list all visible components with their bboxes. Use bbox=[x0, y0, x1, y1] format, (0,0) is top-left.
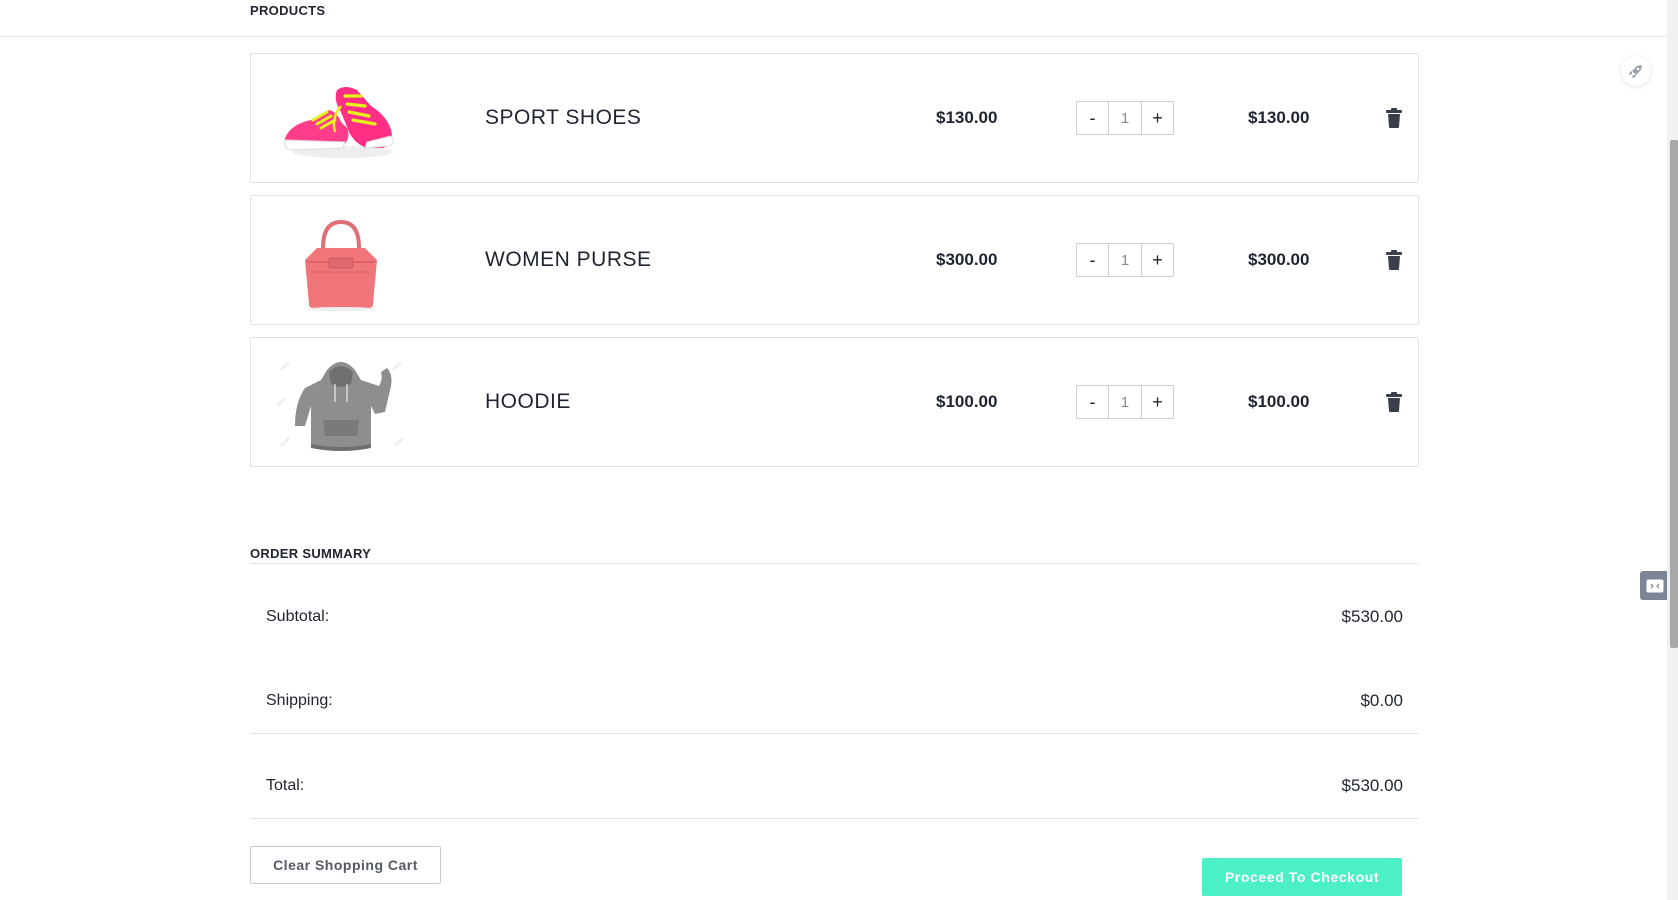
cart-row-hoodie: HOODIE $100.00 - + $100.00 bbox=[250, 337, 1419, 467]
cart-list: SPORT SHOES $130.00 - + $130.00 bbox=[250, 53, 1419, 479]
quantity-input[interactable] bbox=[1109, 243, 1141, 277]
rocket-icon[interactable] bbox=[1621, 56, 1651, 86]
unit-price: $130.00 bbox=[936, 108, 998, 127]
chat-widget-icon[interactable] bbox=[1640, 571, 1669, 600]
increase-quantity-button[interactable]: + bbox=[1141, 243, 1174, 277]
shipping-value: $0.00 bbox=[1360, 691, 1403, 710]
quantity-input[interactable] bbox=[1109, 385, 1141, 419]
products-heading: PRODUCTS bbox=[250, 3, 326, 18]
sport-shoes-image bbox=[271, 66, 411, 170]
product-name: HOODIE bbox=[485, 390, 571, 413]
product-name: SPORT SHOES bbox=[485, 106, 642, 129]
line-total: $130.00 bbox=[1248, 108, 1310, 127]
cart-row-sport-shoes: SPORT SHOES $130.00 - + $130.00 bbox=[250, 53, 1419, 183]
trash-icon[interactable] bbox=[1386, 392, 1402, 412]
quantity-stepper: - + bbox=[1076, 101, 1174, 135]
shipping-row: Shipping: $0.00 bbox=[250, 683, 1419, 719]
clear-shopping-cart-button[interactable]: Clear Shopping Cart bbox=[250, 846, 441, 884]
total-value: $530.00 bbox=[1341, 776, 1403, 795]
quantity-stepper: - + bbox=[1076, 385, 1174, 419]
divider bbox=[250, 733, 1419, 734]
women-purse-image bbox=[271, 208, 411, 312]
proceed-to-checkout-button[interactable]: Proceed To Checkout bbox=[1202, 858, 1402, 896]
increase-quantity-button[interactable]: + bbox=[1141, 385, 1174, 419]
subtotal-label: Subtotal: bbox=[266, 608, 330, 625]
decrease-quantity-button[interactable]: - bbox=[1076, 101, 1109, 135]
product-name: WOMEN PURSE bbox=[485, 248, 652, 271]
line-total: $100.00 bbox=[1248, 392, 1310, 411]
subtotal-value: $530.00 bbox=[1341, 607, 1403, 626]
divider bbox=[250, 563, 1419, 564]
shipping-label: Shipping: bbox=[266, 692, 333, 709]
total-row: Total: $530.00 bbox=[250, 768, 1419, 804]
increase-quantity-button[interactable]: + bbox=[1141, 101, 1174, 135]
decrease-quantity-button[interactable]: - bbox=[1076, 243, 1109, 277]
quantity-input[interactable] bbox=[1109, 101, 1141, 135]
hoodie-image bbox=[271, 350, 411, 454]
divider bbox=[250, 818, 1419, 819]
unit-price: $300.00 bbox=[936, 250, 998, 269]
unit-price: $100.00 bbox=[936, 392, 998, 411]
subtotal-row: Subtotal: $530.00 bbox=[250, 599, 1419, 635]
scrollbar-thumb[interactable] bbox=[1670, 140, 1678, 648]
top-bar: PRODUCTS bbox=[0, 0, 1667, 37]
cart-row-women-purse: WOMEN PURSE $300.00 - + $300.00 bbox=[250, 195, 1419, 325]
total-label: Total: bbox=[266, 777, 305, 794]
decrease-quantity-button[interactable]: - bbox=[1076, 385, 1109, 419]
trash-icon[interactable] bbox=[1386, 108, 1402, 128]
quantity-stepper: - + bbox=[1076, 243, 1174, 277]
trash-icon[interactable] bbox=[1386, 250, 1402, 270]
line-total: $300.00 bbox=[1248, 250, 1310, 269]
order-summary-heading: ORDER SUMMARY bbox=[250, 546, 372, 561]
